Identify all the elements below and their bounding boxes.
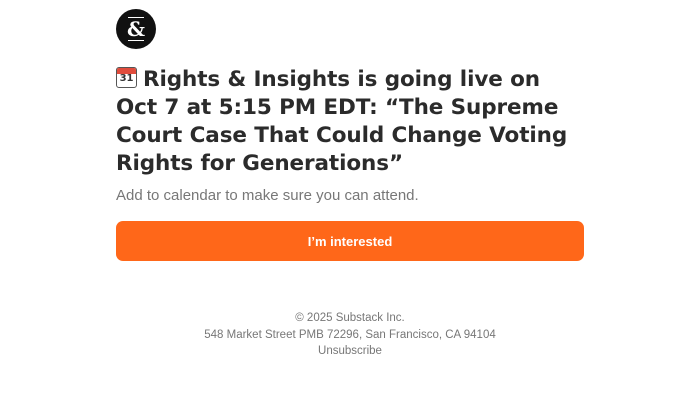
footer: © 2025 Substack Inc. 548 Market Street P… xyxy=(0,310,700,360)
headline-text: Rights & Insights is going live on Oct 7… xyxy=(116,67,568,176)
logo-ampersand: & xyxy=(126,17,146,41)
footer-copyright: © 2025 Substack Inc. xyxy=(295,312,405,324)
logo-rule-bottom xyxy=(128,40,144,41)
headline-block: 31 Rights & Insights is going live on Oct… xyxy=(116,66,584,178)
subtitle: Add to calendar to make sure you can att… xyxy=(116,187,419,204)
calendar-icon: 31 xyxy=(116,67,137,88)
interested-button[interactable]: I’m interested xyxy=(116,221,584,261)
publication-logo[interactable]: & xyxy=(116,9,156,49)
footer-address: 548 Market Street PMB 72296, San Francis… xyxy=(204,328,496,341)
unsubscribe-link[interactable]: Unsubscribe xyxy=(318,345,382,357)
